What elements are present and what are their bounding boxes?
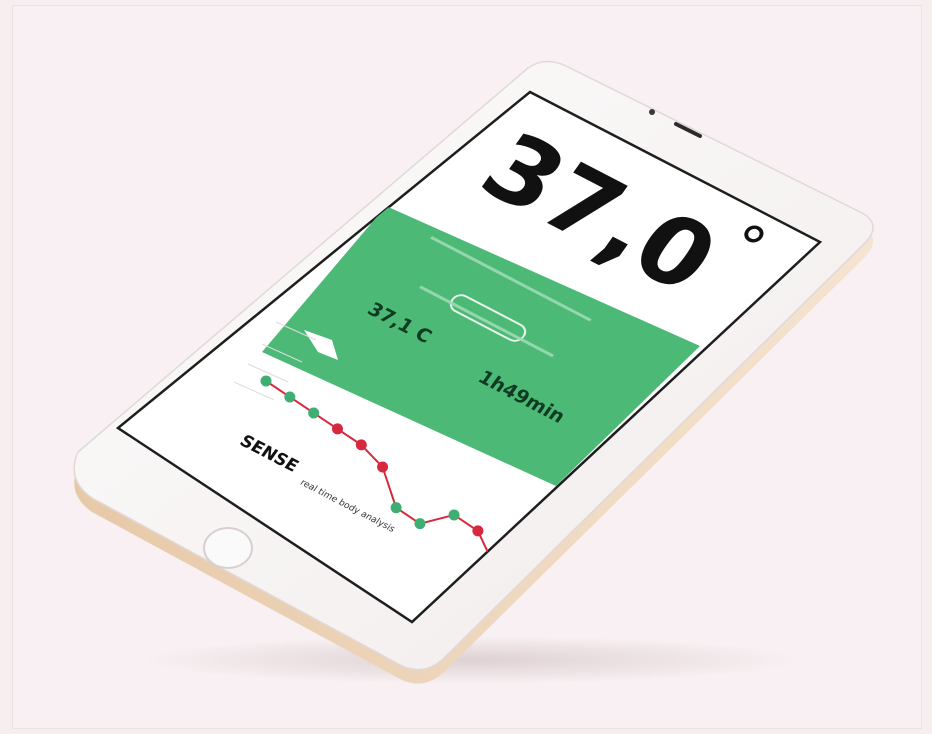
data-point [308,407,320,419]
data-point [355,439,367,451]
data-point [390,502,402,514]
product-photo: 37,0 ° 37,1 C 1h49min SENSE real time bo… [0,0,932,734]
data-point [284,391,296,403]
home-button[interactable] [203,527,253,569]
data-point [377,461,389,473]
data-point [448,509,460,521]
phone-illustration: 37,0 ° 37,1 C 1h49min SENSE real time bo… [73,60,874,684]
data-point [331,423,343,435]
data-point [414,518,426,530]
data-point [472,525,484,537]
front-camera-icon [649,109,655,115]
data-point [260,375,272,387]
